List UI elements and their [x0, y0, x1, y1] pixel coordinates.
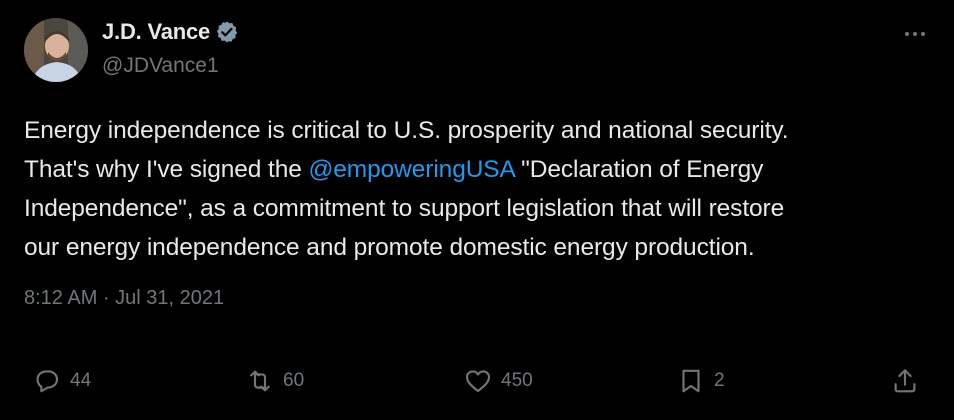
tweet-text: Energy independence is critical to U.S. …: [24, 111, 934, 267]
heart-icon: [465, 370, 491, 393]
author-name-row: J.D. Vance: [102, 19, 239, 45]
mention-link[interactable]: @empoweringUSA: [308, 156, 514, 183]
more-dots-icon[interactable]: [902, 24, 928, 44]
author-avatar[interactable]: [24, 18, 88, 82]
like-button[interactable]: 450: [463, 362, 533, 400]
bookmark-count: 2: [714, 370, 725, 391]
action-bar: 44 60 450 2: [0, 362, 954, 400]
bookmark-button[interactable]: 2: [676, 362, 725, 400]
reply-bubble-icon: [36, 370, 59, 393]
avatar-photo: [24, 18, 88, 82]
reply-count: 44: [70, 370, 92, 391]
tweet-timestamp[interactable]: 8:12 AM · Jul 31, 2021: [24, 287, 224, 310]
verified-badge-icon: [215, 20, 239, 44]
repost-count: 60: [283, 370, 305, 391]
share-button[interactable]: [890, 362, 928, 400]
repost-button[interactable]: 60: [245, 362, 304, 400]
repost-icon: [250, 370, 270, 392]
author-handle[interactable]: @JDVance1: [102, 54, 219, 78]
reply-button[interactable]: 44: [32, 362, 91, 400]
bookmark-icon: [682, 369, 700, 393]
share-upload-icon: [894, 369, 916, 393]
author-name[interactable]: J.D. Vance: [102, 19, 210, 45]
like-count: 450: [501, 370, 533, 391]
